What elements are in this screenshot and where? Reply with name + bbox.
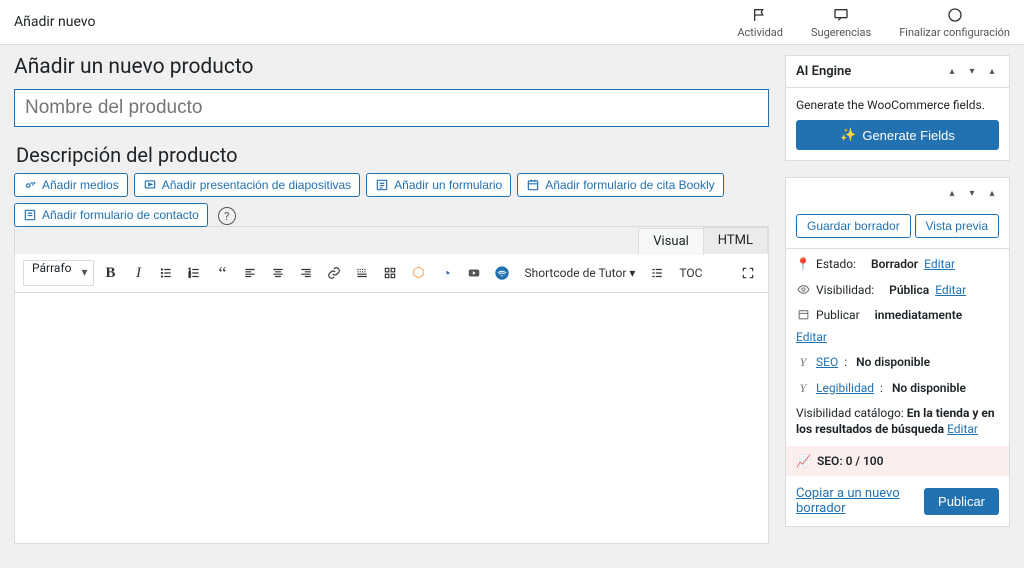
add-media-label: Añadir medios bbox=[42, 178, 119, 192]
toggle-toolbar-button[interactable] bbox=[378, 261, 402, 285]
add-form-button[interactable]: Añadir un formulario bbox=[366, 173, 511, 197]
visibility-row: Visibilidad: Pública Editar bbox=[796, 283, 999, 299]
generate-fields-button[interactable]: ✨ Generate Fields bbox=[796, 120, 999, 150]
save-draft-button[interactable]: Guardar borrador bbox=[796, 214, 911, 238]
seo-score-bar: 📈 SEO: 0 / 100 bbox=[786, 446, 1009, 476]
add-form-label: Añadir un formulario bbox=[394, 178, 502, 192]
chat-icon bbox=[832, 6, 850, 24]
form-icon bbox=[375, 178, 389, 192]
numbered-list-button[interactable]: 123 bbox=[182, 261, 206, 285]
eye-icon bbox=[796, 283, 810, 296]
wand-icon: ✨ bbox=[840, 127, 856, 143]
editor: Visual HTML Párrafo B I 123 “ ⬡ ◔ bbox=[14, 226, 769, 544]
activity-label: Actividad bbox=[737, 26, 783, 39]
editor-tabs: Visual HTML bbox=[15, 227, 768, 254]
edit-date-link[interactable]: Editar bbox=[796, 330, 827, 346]
youtube-icon[interactable] bbox=[462, 261, 486, 285]
seo-score-text: SEO: 0 / 100 bbox=[817, 454, 884, 468]
edit-catalog-link[interactable]: Editar bbox=[947, 422, 978, 436]
media-icon bbox=[23, 178, 37, 192]
readability-link[interactable]: Legibilidad bbox=[816, 381, 874, 397]
flag-icon bbox=[751, 6, 769, 24]
add-media-button[interactable]: Añadir medios bbox=[14, 173, 128, 197]
insert-more-button[interactable] bbox=[350, 261, 374, 285]
circle-icon bbox=[946, 6, 964, 24]
tab-visual[interactable]: Visual bbox=[638, 228, 704, 255]
media-buttons-row: Añadir medios Añadir presentación de dia… bbox=[14, 173, 769, 227]
readability-row: Y Legibilidad: No disponible bbox=[796, 381, 999, 397]
chevron-down-icon[interactable]: ▾ bbox=[965, 65, 979, 79]
chevron-up-icon[interactable]: ▴ bbox=[945, 65, 959, 79]
add-slideshow-button[interactable]: Añadir presentación de diapositivas bbox=[134, 173, 360, 197]
chevron-up-icon[interactable]: ▴ bbox=[945, 186, 959, 200]
italic-button[interactable]: I bbox=[126, 261, 150, 285]
contact-form-icon bbox=[23, 208, 37, 222]
editor-toolbar: Párrafo B I 123 “ ⬡ ◔ Shortcode de Tutor… bbox=[15, 254, 768, 293]
ai-engine-panel: AI Engine ▴ ▾ ▴ Generate the WooCommerce… bbox=[785, 55, 1010, 161]
editor-content-area[interactable] bbox=[15, 293, 768, 543]
wifi-icon[interactable] bbox=[490, 261, 514, 285]
product-title-input[interactable] bbox=[14, 89, 769, 127]
page-title: Añadir un nuevo producto bbox=[14, 55, 769, 79]
finish-setup-label: Finalizar configuración bbox=[899, 26, 1010, 39]
bold-button[interactable]: B bbox=[98, 261, 122, 285]
slideshow-icon bbox=[143, 178, 157, 192]
ai-panel-title: AI Engine bbox=[796, 64, 851, 79]
align-center-button[interactable] bbox=[266, 261, 290, 285]
calendar-icon bbox=[796, 308, 810, 321]
finish-setup-button[interactable]: Finalizar configuración bbox=[899, 6, 1010, 39]
toc-button[interactable]: TOC bbox=[673, 261, 708, 285]
yoast-icon: Y bbox=[796, 381, 810, 397]
tutor-shortcode-button[interactable]: Shortcode de Tutor ▾ bbox=[518, 261, 641, 285]
seo-row: Y SEO: No disponible bbox=[796, 355, 999, 371]
add-contact-form-label: Añadir formulario de contacto bbox=[42, 208, 199, 222]
copy-to-draft-link[interactable]: Copiar a un nuevo borrador bbox=[796, 486, 916, 516]
blockquote-button[interactable]: “ bbox=[210, 261, 234, 285]
help-icon[interactable]: ? bbox=[218, 207, 236, 225]
tab-html[interactable]: HTML bbox=[703, 227, 768, 254]
pin-icon: 📍 bbox=[796, 257, 810, 273]
add-slideshow-label: Añadir presentación de diapositivas bbox=[162, 178, 351, 192]
add-bookly-label: Añadir formulario de cita Bookly bbox=[545, 178, 714, 192]
top-bar-actions: Actividad Sugerencias Finalizar configur… bbox=[737, 6, 1010, 39]
status-row: 📍 Estado: Borrador Editar bbox=[796, 257, 999, 273]
link-button[interactable] bbox=[322, 261, 346, 285]
chart-icon: 📈 bbox=[796, 454, 811, 468]
publish-button[interactable]: Publicar bbox=[924, 488, 999, 515]
format-select[interactable]: Párrafo bbox=[23, 260, 94, 286]
toc-list-icon[interactable] bbox=[645, 261, 669, 285]
chevron-down-icon[interactable]: ▾ bbox=[965, 186, 979, 200]
add-bookly-button[interactable]: Añadir formulario de cita Bookly bbox=[517, 173, 723, 197]
publish-panel: ▴ ▾ ▴ Guardar borrador Vista previa 📍 Es… bbox=[785, 177, 1010, 527]
catalog-visibility-row: Visibilidad catálogo: En la tienda y en … bbox=[786, 405, 1009, 447]
seo-link[interactable]: SEO bbox=[816, 355, 838, 371]
calendar-icon bbox=[526, 178, 540, 192]
description-heading: Descripción del producto bbox=[16, 143, 769, 167]
align-right-button[interactable] bbox=[294, 261, 318, 285]
bullet-list-button[interactable] bbox=[154, 261, 178, 285]
generate-fields-label: Generate Fields bbox=[862, 128, 955, 143]
activity-button[interactable]: Actividad bbox=[737, 6, 783, 39]
collapse-icon[interactable]: ▴ bbox=[985, 186, 999, 200]
align-left-button[interactable] bbox=[238, 261, 262, 285]
svg-text:3: 3 bbox=[189, 275, 191, 279]
collapse-icon[interactable]: ▴ bbox=[985, 65, 999, 79]
top-bar: Añadir nuevo Actividad Sugerencias Final… bbox=[0, 0, 1024, 45]
publish-date-row: Publicar inmediatamente Editar bbox=[796, 308, 999, 345]
suggestions-label: Sugerencias bbox=[811, 26, 871, 39]
main-column: Añadir un nuevo producto Descripción del… bbox=[14, 55, 769, 544]
sidebar: AI Engine ▴ ▾ ▴ Generate the WooCommerce… bbox=[785, 55, 1010, 544]
page-context-title: Añadir nuevo bbox=[14, 14, 95, 30]
suggestions-button[interactable]: Sugerencias bbox=[811, 6, 871, 39]
pie-icon[interactable]: ◔ bbox=[434, 261, 458, 285]
ai-panel-desc: Generate the WooCommerce fields. bbox=[796, 98, 999, 112]
add-contact-form-button[interactable]: Añadir formulario de contacto bbox=[14, 203, 208, 227]
hex-icon[interactable]: ⬡ bbox=[406, 261, 430, 285]
fullscreen-button[interactable] bbox=[736, 261, 760, 285]
edit-visibility-link[interactable]: Editar bbox=[935, 283, 966, 299]
preview-button[interactable]: Vista previa bbox=[915, 214, 999, 238]
edit-status-link[interactable]: Editar bbox=[924, 257, 955, 273]
yoast-icon: Y bbox=[796, 355, 810, 371]
